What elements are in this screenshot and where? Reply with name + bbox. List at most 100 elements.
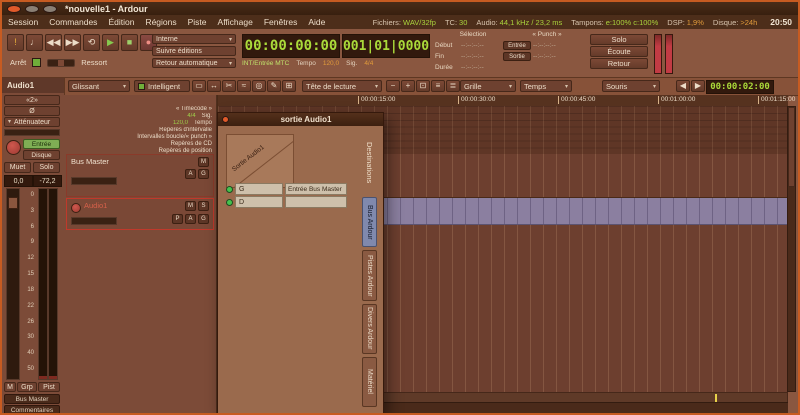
ruler-row-reperes-de-position[interactable]: Repères de position	[64, 147, 214, 154]
tool-edit-button[interactable]: ⊞	[282, 80, 296, 92]
nav-back-button[interactable]: ◀	[676, 80, 690, 92]
ruler-row-intervalles-boucle-punch[interactable]: Intervalles boucle/« punch »	[64, 133, 214, 140]
audio1-track-header[interactable]: Audio1 SM GAP	[66, 198, 214, 230]
matrix-cell[interactable]	[285, 196, 347, 208]
zoom-focus-selector[interactable]: Souris ▾	[602, 80, 660, 92]
ruler-row-reperes-d-intervalle[interactable]: Repères d'intervalle	[64, 127, 214, 134]
track-record-enable-button[interactable]	[71, 203, 81, 213]
ruler-row-timecode[interactable]: « Timecode »	[64, 106, 214, 113]
transport-metronome-button[interactable]: ♩	[26, 34, 43, 51]
bus-track-name[interactable]: Bus Master	[71, 157, 109, 166]
menu-piste[interactable]: Piste	[188, 17, 207, 27]
shuttle-mode-label[interactable]: Ressort	[81, 58, 107, 67]
meter-label[interactable]: Sig.	[346, 60, 357, 67]
smart-mode-button[interactable]: Intelligent	[134, 80, 190, 92]
punch-out-button[interactable]: Sortie	[503, 52, 531, 61]
zoom-out-button[interactable]: −	[386, 80, 400, 92]
tool-cut-button[interactable]: ✂	[222, 80, 236, 92]
solo-button[interactable]: Solo	[33, 162, 60, 173]
mute-button[interactable]: Muet	[4, 162, 31, 173]
fader-selector[interactable]: ▾ Atténuateur	[4, 117, 60, 127]
port-name[interactable]: D	[235, 196, 283, 208]
nav-forward-button[interactable]: ▶	[691, 80, 705, 92]
transport-midi-panic-button[interactable]: !	[7, 34, 24, 51]
ruler-row-reperes-de-cd[interactable]: Repères de CD	[64, 140, 214, 147]
window-close-button[interactable]	[7, 5, 21, 13]
tab-bus-ardour[interactable]: Bus Ardour	[362, 197, 377, 247]
sync-source-selector[interactable]: Interne ▾	[152, 34, 236, 44]
secondary-clock[interactable]: 001|01|0000	[342, 34, 430, 58]
transport-stop-button[interactable]: ■	[121, 34, 138, 51]
transport-go-end-button[interactable]: ▶▶	[64, 34, 81, 51]
header-g-button[interactable]: G	[198, 169, 209, 179]
vertical-scrollbar[interactable]	[787, 106, 796, 392]
edit-mode-selector[interactable]: Glissant ▾	[68, 80, 130, 92]
gain-fader-handle[interactable]	[8, 197, 18, 209]
vertical-scrollbar-thumb[interactable]	[788, 107, 795, 187]
dialog-close-button[interactable]	[222, 116, 229, 123]
meter-value[interactable]: 4/4	[364, 60, 373, 67]
transport-play-button[interactable]: ▶	[102, 34, 119, 51]
shuttle-handle[interactable]	[58, 60, 64, 66]
solo-indicator-button[interactable]: Solo	[590, 34, 648, 45]
menu-regions[interactable]: Régions	[145, 17, 176, 27]
header-s-button[interactable]: S	[198, 201, 209, 211]
zoom-fit-button[interactable]: ⊡	[416, 80, 430, 92]
primary-clock[interactable]: 00:00:00:00	[242, 34, 340, 58]
shuttle-slider[interactable]	[47, 59, 75, 67]
menu-commandes[interactable]: Commandes	[49, 17, 97, 27]
record-enable-button[interactable]	[6, 140, 21, 155]
gain-display[interactable]: 0,0	[4, 175, 33, 187]
edit-point-selector[interactable]: Tête de lecture ▾	[302, 80, 382, 92]
menu-session[interactable]: Session	[8, 17, 38, 27]
polarity-button[interactable]: Ø	[4, 106, 60, 116]
bus-mini-fader[interactable]	[71, 177, 117, 185]
punch-in-button[interactable]: Entrée	[503, 41, 531, 50]
header-m-button[interactable]: M	[185, 201, 196, 211]
menu-affichage[interactable]: Affichage	[218, 17, 253, 27]
menu-fenetres[interactable]: Fenêtres	[264, 17, 298, 27]
audition-button[interactable]: Écoute	[590, 46, 648, 57]
tempo-label[interactable]: Tempo	[296, 60, 316, 67]
bus-master-track-header[interactable]: Bus Master M GA	[66, 154, 214, 197]
transport-go-start-button[interactable]: ◀◀	[45, 34, 62, 51]
follow-edits-button[interactable]: Suivre éditions	[152, 46, 236, 56]
feedback-button[interactable]: Retour	[590, 58, 648, 69]
tool-range-button[interactable]: ↔	[207, 80, 221, 92]
ruler-row-sig[interactable]: 4/4Sig.	[64, 113, 214, 120]
tab-pistes-ardour[interactable]: Pistes Ardour	[362, 250, 377, 300]
tempo-value[interactable]: 120,0	[323, 60, 339, 67]
snap-mode-selector[interactable]: Grille ▾	[460, 80, 516, 92]
header-a-button[interactable]: A	[185, 169, 196, 179]
group-button[interactable]: Grp	[17, 382, 37, 392]
tab-divers-ardour[interactable]: Divers Ardour	[362, 304, 377, 354]
comments-button[interactable]: Commentaires	[4, 405, 60, 415]
tool-draw-button[interactable]: ✎	[267, 80, 281, 92]
track-button[interactable]: Pist	[38, 382, 60, 392]
window-minimize-button[interactable]	[25, 5, 39, 13]
tab-materiel[interactable]: Matériel	[362, 357, 377, 407]
port-name[interactable]: G	[235, 183, 283, 195]
strip-width-button[interactable]: «2»	[4, 95, 60, 105]
menu-edition[interactable]: Édition	[108, 17, 134, 27]
header-m-button[interactable]: M	[198, 157, 209, 167]
menu-aide[interactable]: Aide	[308, 17, 325, 27]
ruler-row-tempo[interactable]: 120,0Tempo	[64, 120, 214, 127]
dialog-title-bar[interactable]: sortie Audio1	[218, 113, 383, 126]
tool-audition-button[interactable]: ◎	[252, 80, 266, 92]
auto-return-selector[interactable]: Retour automatique ▾	[152, 58, 236, 68]
gain-fader[interactable]	[6, 188, 20, 380]
shrink-tracks-button[interactable]: ≡	[431, 80, 445, 92]
grid-unit-selector[interactable]: Temps ▾	[520, 80, 572, 92]
mixer-strip-title[interactable]: Audio1	[2, 78, 64, 93]
expand-tracks-button[interactable]: ≣	[446, 80, 460, 92]
window-maximize-button[interactable]	[43, 5, 57, 13]
header-a-button[interactable]: A	[185, 214, 196, 224]
audio-mini-fader[interactable]	[71, 217, 117, 225]
tool-object-button[interactable]: ▭	[192, 80, 206, 92]
audio-track-name[interactable]: Audio1	[84, 201, 107, 210]
header-p-button[interactable]: P	[172, 214, 183, 224]
output-routing-button[interactable]: Bus Master	[4, 394, 60, 404]
transport-loop-button[interactable]: ⟲	[83, 34, 100, 51]
matrix-cell[interactable]: Entrée Bus Master	[285, 183, 347, 195]
